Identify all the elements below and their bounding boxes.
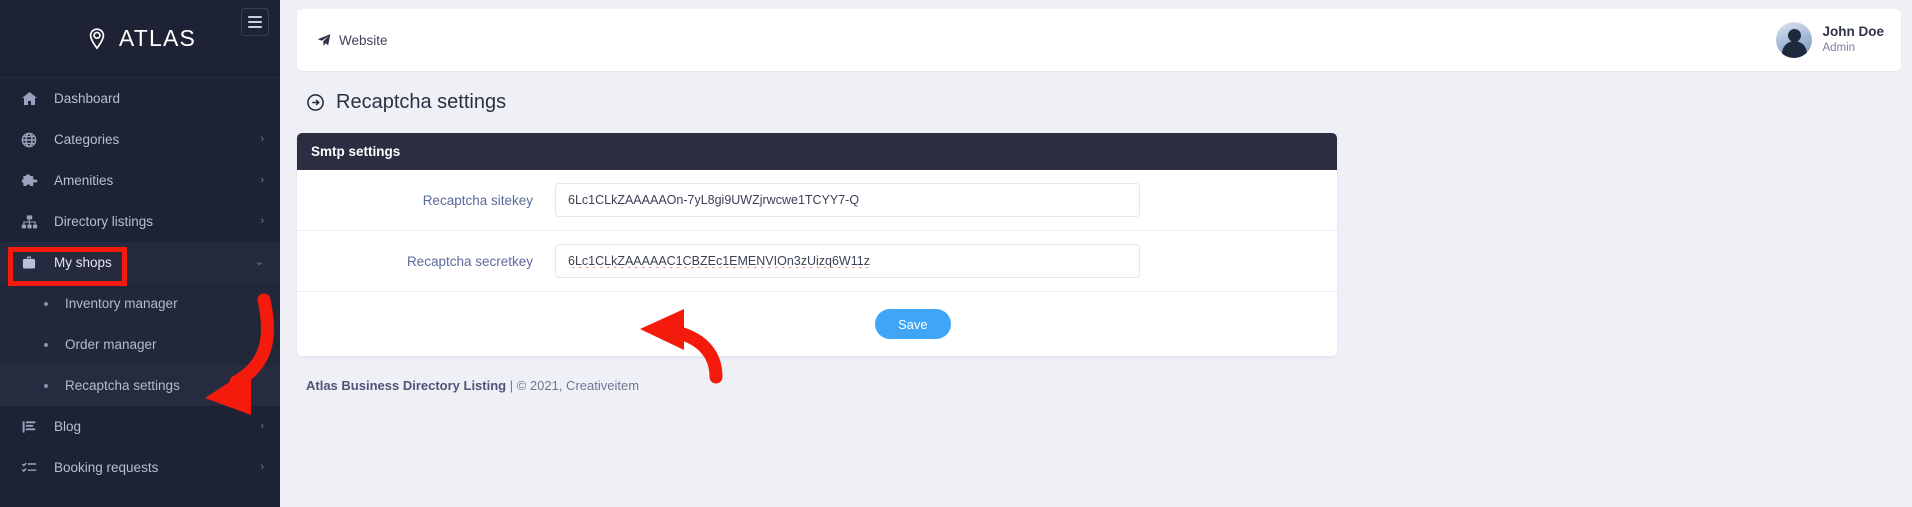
form-row-sitekey: Recaptcha sitekey (297, 170, 1337, 231)
recaptcha-secretkey-input[interactable] (555, 244, 1140, 278)
avatar (1776, 22, 1813, 58)
sidebar-sublabel: Recaptcha settings (65, 378, 180, 393)
topbar: Website John Doe Admin (297, 9, 1901, 71)
bullet-icon (44, 301, 48, 306)
main-content: Website John Doe Admin Recaptcha setting… (280, 0, 1912, 507)
sidebar-label: Categories (54, 132, 120, 147)
sitemap-icon (18, 213, 40, 231)
footer: Atlas Business Directory Listing | © 202… (306, 378, 1912, 393)
sidebar-item-blog[interactable]: Blog › (0, 406, 280, 447)
form-actions: Save (297, 292, 1337, 356)
settings-card: Smtp settings Recaptcha sitekey Recaptch… (297, 133, 1337, 356)
chevron-right-icon: › (260, 133, 264, 145)
globe-icon (18, 131, 40, 149)
breadcrumb[interactable]: Website (317, 33, 388, 48)
sidebar-label: Directory listings (54, 214, 154, 229)
sidebar-item-directory-listings[interactable]: Directory listings › (0, 201, 280, 242)
footer-brand: Atlas Business Directory Listing (306, 378, 507, 393)
save-button[interactable]: Save (875, 309, 951, 339)
chevron-down-icon: ⌄ (254, 256, 264, 268)
sidebar-submenu-my-shops: Inventory manager Order manager Recaptch… (0, 283, 280, 406)
sidebar-item-order-manager[interactable]: Order manager (0, 324, 280, 365)
arrow-circle-right-icon (306, 93, 325, 112)
sidebar-item-inventory-manager[interactable]: Inventory manager (0, 283, 280, 324)
sidebar-item-recaptcha-settings[interactable]: Recaptcha settings (0, 365, 280, 406)
page-title: Recaptcha settings (306, 91, 1912, 114)
sidebar-item-amenities[interactable]: Amenities › (0, 160, 280, 201)
tasklist-icon (18, 459, 40, 477)
sidebar-sublabel: Inventory manager (65, 296, 178, 311)
footer-copyright: | © 2021, Creativeitem (506, 378, 640, 393)
sidebar: ATLAS Dashboard Categories › Amenities ›… (0, 0, 280, 507)
bullet-icon (44, 383, 48, 388)
sidebar-item-categories[interactable]: Categories › (0, 119, 280, 160)
sidebar-header: ATLAS (0, 0, 280, 78)
user-role: Admin (1822, 42, 1856, 55)
recaptcha-sitekey-input[interactable] (555, 183, 1140, 217)
chevron-right-icon: › (260, 215, 264, 227)
hamburger-icon[interactable] (241, 8, 269, 36)
briefcase-icon (18, 254, 40, 272)
card-header: Smtp settings (297, 133, 1337, 170)
paper-plane-icon (317, 33, 331, 47)
chevron-right-icon: › (260, 420, 264, 432)
form-row-secretkey: Recaptcha secretkey (297, 231, 1337, 292)
puzzle-icon (18, 172, 40, 190)
sidebar-label: My shops (54, 255, 112, 270)
chevron-right-icon: › (260, 174, 264, 186)
sidebar-nav: Dashboard Categories › Amenities › Direc… (0, 78, 280, 488)
sidebar-label: Dashboard (54, 91, 121, 106)
sitekey-label: Recaptcha sitekey (422, 192, 533, 208)
home-icon (18, 90, 40, 108)
sidebar-label: Amenities (54, 173, 114, 188)
chevron-right-icon: › (260, 461, 264, 473)
breadcrumb-label: Website (339, 32, 388, 48)
bullet-icon (44, 342, 48, 347)
user-name: John Doe (1822, 24, 1884, 40)
brand-text: ATLAS (118, 25, 197, 51)
sidebar-item-dashboard[interactable]: Dashboard (0, 78, 280, 119)
article-icon (18, 418, 40, 436)
secretkey-label: Recaptcha secretkey (406, 253, 533, 269)
sidebar-sublabel: Order manager (65, 337, 157, 352)
user-info: John Doe Admin (1822, 24, 1884, 55)
brand-logo[interactable]: ATLAS (84, 25, 196, 52)
map-pin-icon (84, 26, 110, 52)
page-title-text: Recaptcha settings (336, 91, 507, 113)
sidebar-label: Booking requests (54, 460, 159, 475)
sidebar-label: Blog (54, 419, 82, 434)
sidebar-item-booking-requests[interactable]: Booking requests › (0, 447, 280, 488)
admin-app: ATLAS Dashboard Categories › Amenities ›… (0, 0, 1912, 507)
sidebar-item-my-shops[interactable]: My shops ⌄ (0, 242, 280, 283)
user-menu[interactable]: John Doe Admin (1776, 22, 1884, 58)
